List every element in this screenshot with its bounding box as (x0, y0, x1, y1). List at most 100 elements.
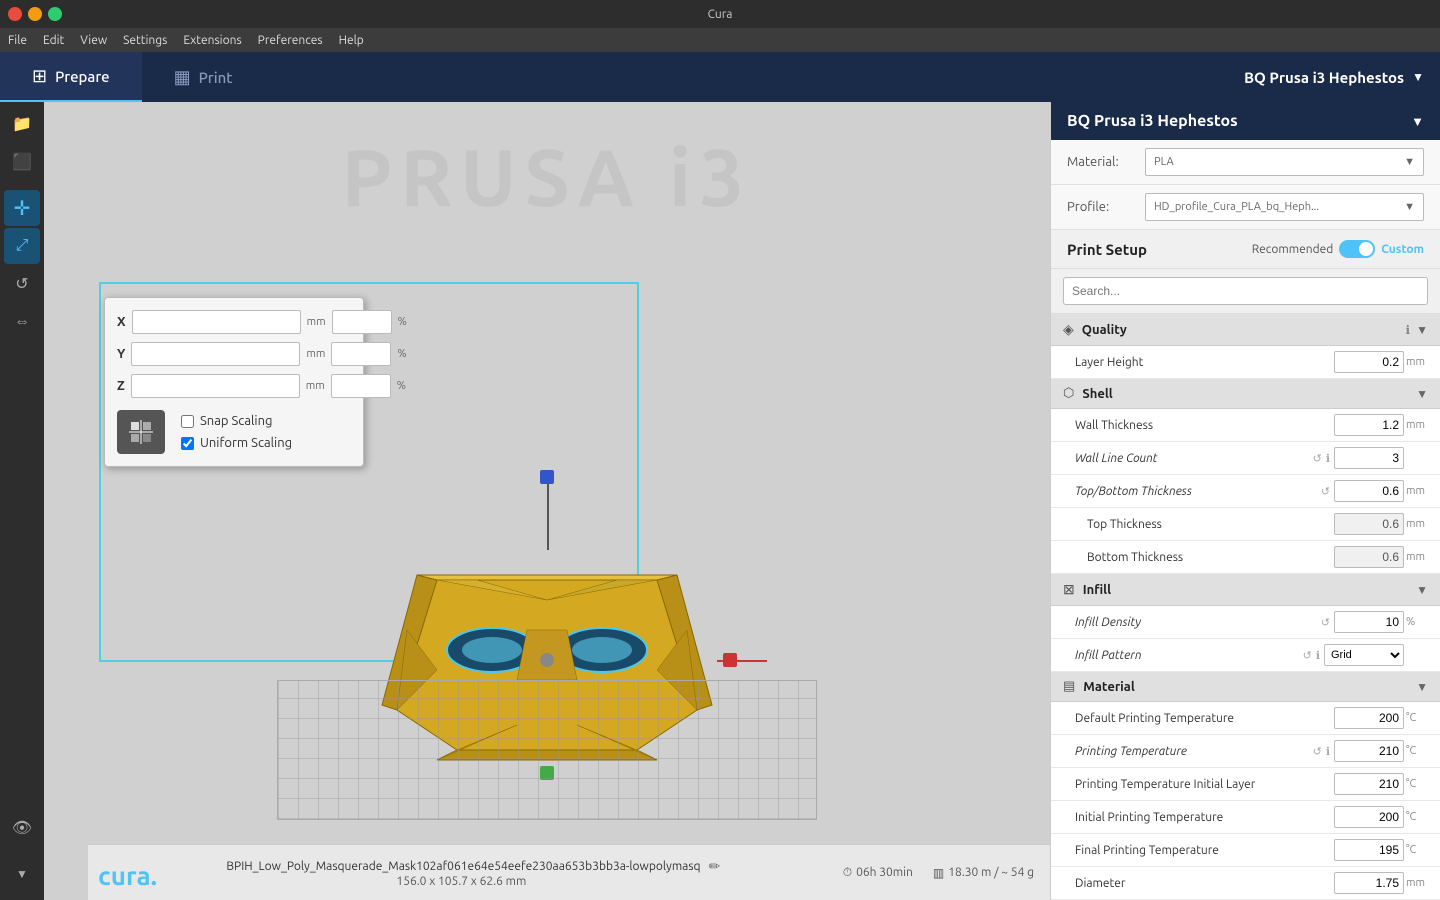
layer-height-input[interactable] (1334, 351, 1404, 373)
bg-text: PRUSA i3 (342, 132, 753, 222)
section-material[interactable]: ▤ Material ▼ (1051, 672, 1440, 702)
snap-scaling-checkbox[interactable] (181, 415, 194, 428)
profile-row: Profile: HD_profile_Cura_PLA_bq_Heph... … (1051, 185, 1440, 230)
final-print-temp-input[interactable] (1334, 839, 1404, 861)
section-shell[interactable]: ⬡ Shell ▼ (1051, 379, 1440, 409)
print-info: ⏱ 06h 30min ▥ 18.30 m / ~ 54 g (843, 866, 1034, 880)
menu-item-preferences[interactable]: Preferences (258, 34, 323, 47)
layer-height-label: Layer Height (1075, 356, 1334, 369)
printer-name: BQ Prusa i3 Hephestos (1244, 69, 1404, 86)
initial-print-temp-input[interactable] (1334, 806, 1404, 828)
infill-pattern-reset-icon[interactable]: ↺ (1303, 649, 1312, 662)
setting-infill-density: Infill Density ↺ % (1051, 606, 1440, 639)
printer-expand-icon[interactable]: ▼ (1411, 114, 1424, 129)
minimize-button[interactable] (28, 7, 42, 21)
printer-title: BQ Prusa i3 Hephestos (1067, 112, 1238, 130)
print-temp-input[interactable] (1334, 740, 1404, 762)
infill-pattern-info-icon[interactable]: ℹ (1316, 649, 1320, 662)
move-button[interactable]: ✛ (4, 190, 40, 226)
print-temp-info-icon[interactable]: ℹ (1326, 745, 1330, 758)
edit-filename-icon[interactable]: ✏ (709, 858, 721, 875)
bottom-thickness-input[interactable] (1334, 546, 1404, 568)
printer-dropdown-icon: ▼ (1412, 70, 1424, 84)
printer-selector[interactable]: BQ Prusa i3 Hephestos ▼ (1244, 52, 1440, 102)
menu-item-settings[interactable]: Settings (123, 34, 167, 47)
view-mode-button[interactable]: 👁 (4, 810, 40, 846)
open-file-button[interactable]: 📁 (4, 106, 40, 142)
setting-layer-height: Layer Height mm (1051, 346, 1440, 379)
wall-thickness-input[interactable] (1334, 414, 1404, 436)
print-temp-reset-icon[interactable]: ↺ (1313, 745, 1322, 758)
view-3d-button[interactable]: ⬛ (4, 144, 40, 180)
profile-value: HD_profile_Cura_PLA_bq_Heph... (1154, 201, 1319, 213)
diameter-input[interactable] (1334, 872, 1404, 894)
setting-print-temp-initial: Printing Temperature Initial Layer °C (1051, 768, 1440, 801)
top-handle[interactable] (540, 470, 554, 484)
right-handle[interactable] (723, 653, 737, 667)
scale-popup: X 156 mm 112.88 % Y 105.7211 mm 112.88 %… (104, 297, 364, 467)
viewport[interactable]: PRUSA i3 X 156 mm 112.88 % Y 105.7211 mm (44, 102, 1050, 900)
menu-item-view[interactable]: View (80, 34, 107, 47)
infill-density-reset-icon[interactable]: ↺ (1321, 616, 1330, 629)
wall-line-count-label: Wall Line Count (1075, 452, 1313, 465)
wall-thickness-label: Wall Thickness (1075, 419, 1334, 432)
rotate-button[interactable]: ↺ (4, 266, 40, 302)
setting-default-print-temp: Default Printing Temperature °C (1051, 702, 1440, 735)
top-bottom-thickness-label: Top/Bottom Thickness (1075, 485, 1321, 498)
scale-x-input[interactable]: 156 (132, 310, 301, 334)
diameter-label: Diameter (1075, 877, 1334, 890)
mirror-button[interactable]: ⇔ (4, 304, 40, 340)
layer-height-unit: mm (1406, 356, 1428, 368)
print-temp-label: Printing Temperature (1075, 745, 1313, 758)
default-print-temp-input[interactable] (1334, 707, 1404, 729)
wall-thickness-unit: mm (1406, 419, 1428, 431)
reset-icon-2[interactable]: ↺ (1321, 485, 1330, 498)
reset-scale-button[interactable] (117, 410, 165, 454)
print-temp-initial-input[interactable] (1334, 773, 1404, 795)
infill-chevron-icon[interactable]: ▼ (1416, 583, 1428, 597)
infill-density-label: Infill Density (1075, 616, 1321, 629)
quality-chevron-icon[interactable]: ▼ (1416, 323, 1428, 337)
material-chevron-icon[interactable]: ▼ (1416, 680, 1428, 694)
infill-density-input[interactable] (1334, 611, 1404, 633)
view-extra-button[interactable]: ▼ (4, 856, 40, 892)
scale-y-pct[interactable]: 112.88 (331, 342, 391, 366)
scale-y-input[interactable]: 105.7211 (131, 342, 300, 366)
top-bottom-unit: mm (1406, 485, 1428, 497)
menu-item-edit[interactable]: Edit (43, 34, 64, 47)
print-setup-title: Print Setup (1067, 241, 1252, 258)
menu-item-help[interactable]: Help (339, 34, 364, 47)
infill-title: Infill (1083, 583, 1416, 597)
scale-z-input[interactable]: 62.5964 (131, 374, 300, 398)
reset-icon[interactable]: ↺ (1313, 452, 1322, 465)
right-panel: BQ Prusa i3 Hephestos ▼ Material: PLA ▼ … (1050, 102, 1440, 900)
custom-label[interactable]: Custom (1381, 243, 1424, 256)
recommended-toggle[interactable] (1339, 240, 1375, 258)
material-row: Material: PLA ▼ (1051, 140, 1440, 185)
center-handle[interactable] (540, 653, 554, 667)
shell-chevron-icon[interactable]: ▼ (1416, 387, 1428, 401)
info-icon[interactable]: ℹ (1326, 452, 1330, 465)
section-quality[interactable]: ◈ Quality ℹ ▼ (1051, 314, 1440, 346)
scale-x-unit: mm (307, 316, 326, 328)
scale-z-pct[interactable]: 112.88 (331, 374, 391, 398)
close-button[interactable] (8, 7, 22, 21)
wall-line-count-input[interactable] (1334, 447, 1404, 469)
infill-pattern-select[interactable]: Grid Lines Triangles (1324, 644, 1404, 666)
profile-select[interactable]: HD_profile_Cura_PLA_bq_Heph... ▼ (1145, 193, 1424, 221)
tab-prepare[interactable]: ⊞ Prepare (0, 52, 142, 102)
material-select[interactable]: PLA ▼ (1145, 148, 1424, 176)
quality-info-icon[interactable]: ℹ (1406, 323, 1411, 337)
uniform-scaling-checkbox[interactable] (181, 437, 194, 450)
menu-item-extensions[interactable]: Extensions (183, 34, 241, 47)
filename: BPIH_Low_Poly_Masquerade_Mask102af061e64… (226, 860, 700, 873)
section-infill[interactable]: ⊠ Infill ▼ (1051, 574, 1440, 606)
tab-print[interactable]: ▦ Print (142, 52, 265, 102)
scale-x-pct[interactable]: 112.88 (332, 310, 392, 334)
maximize-button[interactable] (48, 7, 62, 21)
menu-item-file[interactable]: File (8, 34, 27, 47)
scale-button[interactable]: ⤢ (4, 228, 40, 264)
search-input[interactable] (1063, 277, 1428, 305)
top-bottom-thickness-input[interactable] (1334, 480, 1404, 502)
top-thickness-input[interactable] (1334, 513, 1404, 535)
